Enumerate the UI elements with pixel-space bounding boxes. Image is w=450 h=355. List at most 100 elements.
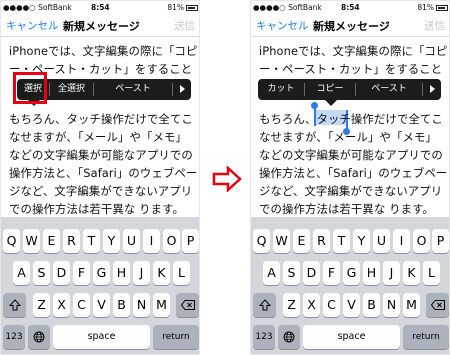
key-e[interactable]: E [293, 229, 310, 253]
menu-item-paste[interactable]: ペースト [356, 79, 422, 100]
key-v[interactable]: V [343, 293, 360, 317]
key-d[interactable]: D [303, 261, 320, 285]
key-o[interactable]: O [163, 229, 180, 253]
cancel-button[interactable]: キャンセル [256, 18, 309, 33]
carrier-label: ●●●●○ SoftBank [253, 3, 322, 12]
numbers-key[interactable]: 123 [3, 325, 25, 349]
key-s[interactable]: S [33, 261, 50, 285]
key-u[interactable]: U [373, 229, 390, 253]
page-title: 新規メッセージ [313, 20, 390, 33]
key-f[interactable]: F [323, 261, 340, 285]
key-k[interactable]: K [403, 261, 420, 285]
key-t[interactable]: T [333, 229, 350, 253]
key-p[interactable]: P [432, 229, 449, 253]
edit-menu-pointer [325, 100, 337, 106]
key-j[interactable]: J [383, 261, 400, 285]
delete-key[interactable] [176, 293, 199, 317]
numbers-key[interactable]: 123 [253, 325, 275, 349]
key-q[interactable]: Q [253, 229, 270, 253]
key-z[interactable]: Z [33, 293, 50, 317]
body-text-line[interactable]: なせますが、「メール」や「メモ」 [9, 129, 187, 145]
key-z[interactable]: Z [283, 293, 300, 317]
body-text-line[interactable]: 操作方法と、「Safari」のウェブペー [259, 165, 447, 181]
key-g[interactable]: G [93, 261, 110, 285]
key-t[interactable]: T [83, 229, 100, 253]
send-button[interactable]: 送信 [424, 18, 445, 33]
key-n[interactable]: N [133, 293, 150, 317]
send-button[interactable]: 送信 [174, 18, 195, 33]
right-arrow-icon [212, 166, 242, 192]
key-e[interactable]: E [43, 229, 60, 253]
menu-item-copy[interactable]: コピー [305, 79, 355, 100]
key-x[interactable]: X [53, 293, 70, 317]
return-key[interactable]: return [403, 325, 449, 349]
globe-key[interactable] [28, 325, 50, 349]
body-text-line[interactable]: もちろん、タッチ操作だけで全てこ [259, 111, 443, 127]
key-y[interactable]: Y [353, 229, 370, 253]
cancel-button[interactable]: キャンセル [6, 18, 59, 33]
key-y[interactable]: Y [103, 229, 120, 253]
shift-key[interactable] [3, 293, 26, 317]
key-r[interactable]: R [313, 229, 330, 253]
key-w[interactable]: W [273, 229, 290, 253]
key-w[interactable]: W [23, 229, 40, 253]
key-g[interactable]: G [343, 261, 360, 285]
globe-icon [283, 331, 295, 343]
key-u[interactable]: U [123, 229, 140, 253]
menu-item-select-all[interactable]: 全選択 [50, 79, 93, 100]
key-c[interactable]: C [73, 293, 90, 317]
key-h[interactable]: H [113, 261, 130, 285]
body-text-line[interactable]: ー・ペースト・カット」をすること [259, 61, 442, 77]
key-b[interactable]: B [113, 293, 130, 317]
battery-icon [186, 5, 198, 11]
key-r[interactable]: R [63, 229, 80, 253]
key-m[interactable]: M [153, 293, 170, 317]
key-x[interactable]: X [303, 293, 320, 317]
menu-divider [422, 83, 423, 96]
menu-item-cut[interactable]: カット [258, 79, 304, 100]
key-i[interactable]: I [393, 229, 410, 253]
key-a[interactable]: A [13, 261, 30, 285]
key-o[interactable]: O [413, 229, 430, 253]
key-j[interactable]: J [133, 261, 150, 285]
key-m[interactable]: M [403, 293, 420, 317]
body-text-line[interactable]: での操作方法は若干異な ります。 [9, 201, 184, 217]
shift-key[interactable] [253, 293, 276, 317]
body-text-line[interactable]: ジなど、文字編集ができないアプリ [259, 183, 442, 199]
key-l[interactable]: L [423, 261, 440, 285]
body-text-line[interactable]: などの文字編集が可能なアプリでの [9, 147, 193, 163]
key-c[interactable]: C [323, 293, 340, 317]
key-l[interactable]: L [173, 261, 190, 285]
key-b[interactable]: B [363, 293, 380, 317]
menu-item-paste[interactable]: ペースト [94, 79, 172, 100]
body-text-line[interactable]: での操作方法は若干異な ります。 [259, 201, 434, 217]
selection-start-knob[interactable] [311, 102, 318, 109]
body-text-line[interactable]: 操作方法と、「Safari」のウェブペー [9, 165, 197, 181]
globe-icon [33, 331, 45, 343]
key-d[interactable]: D [53, 261, 70, 285]
body-text-line[interactable]: ジなど、文字編集ができないアプリ [9, 183, 192, 199]
menu-more-arrow-icon[interactable] [430, 85, 435, 93]
body-text-line[interactable]: もちろん、タッチ操作だけで全てこ [9, 111, 193, 127]
globe-key[interactable] [278, 325, 300, 349]
key-a[interactable]: A [263, 261, 280, 285]
key-p[interactable]: P [182, 229, 199, 253]
key-v[interactable]: V [93, 293, 110, 317]
space-key[interactable]: space [53, 325, 150, 349]
key-n[interactable]: N [383, 293, 400, 317]
highlight-box [13, 72, 47, 104]
key-i[interactable]: I [143, 229, 160, 253]
key-q[interactable]: Q [3, 229, 20, 253]
key-k[interactable]: K [153, 261, 170, 285]
space-key[interactable]: space [303, 325, 400, 349]
key-f[interactable]: F [73, 261, 90, 285]
key-s[interactable]: S [283, 261, 300, 285]
body-text-line[interactable]: iPhoneでは、文字編集の際に「コピ [259, 43, 447, 59]
body-text-line[interactable]: などの文字編集が可能なアプリでの [259, 147, 443, 163]
body-text-line[interactable]: なせますが、「メール」や「メモ」 [259, 129, 437, 145]
body-text-line[interactable]: iPhoneでは、文字編集の際に「コピ [9, 43, 197, 59]
key-h[interactable]: H [363, 261, 380, 285]
return-key[interactable]: return [153, 325, 199, 349]
delete-key[interactable] [426, 293, 449, 317]
menu-more-arrow-icon[interactable] [180, 85, 185, 93]
